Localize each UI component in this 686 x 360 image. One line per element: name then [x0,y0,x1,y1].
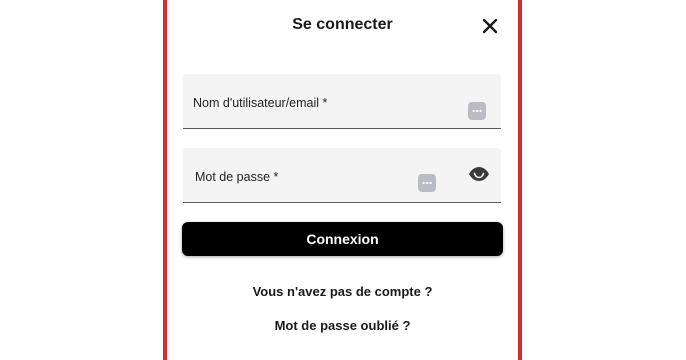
frame-border-right [518,0,522,360]
page: Se connecter Nom d'utilisateur/email * M… [0,0,686,360]
eye-icon[interactable] [468,166,490,182]
forgot-password-link[interactable]: Mot de passe oublié ? [167,318,518,333]
close-icon[interactable] [480,16,500,36]
username-field[interactable]: Nom d'utilisateur/email * [183,74,501,129]
login-button[interactable]: Connexion [182,222,503,256]
login-dialog: Se connecter Nom d'utilisateur/email * M… [167,0,518,360]
username-label: Nom d'utilisateur/email * [193,96,328,110]
signup-link[interactable]: Vous n'avez pas de compte ? [167,284,518,299]
password-manager-icon[interactable] [418,174,436,192]
dialog-title: Se connecter [292,16,393,33]
password-manager-icon[interactable] [468,102,486,120]
password-field[interactable]: Mot de passe * [183,148,501,203]
password-label: Mot de passe * [195,170,279,184]
